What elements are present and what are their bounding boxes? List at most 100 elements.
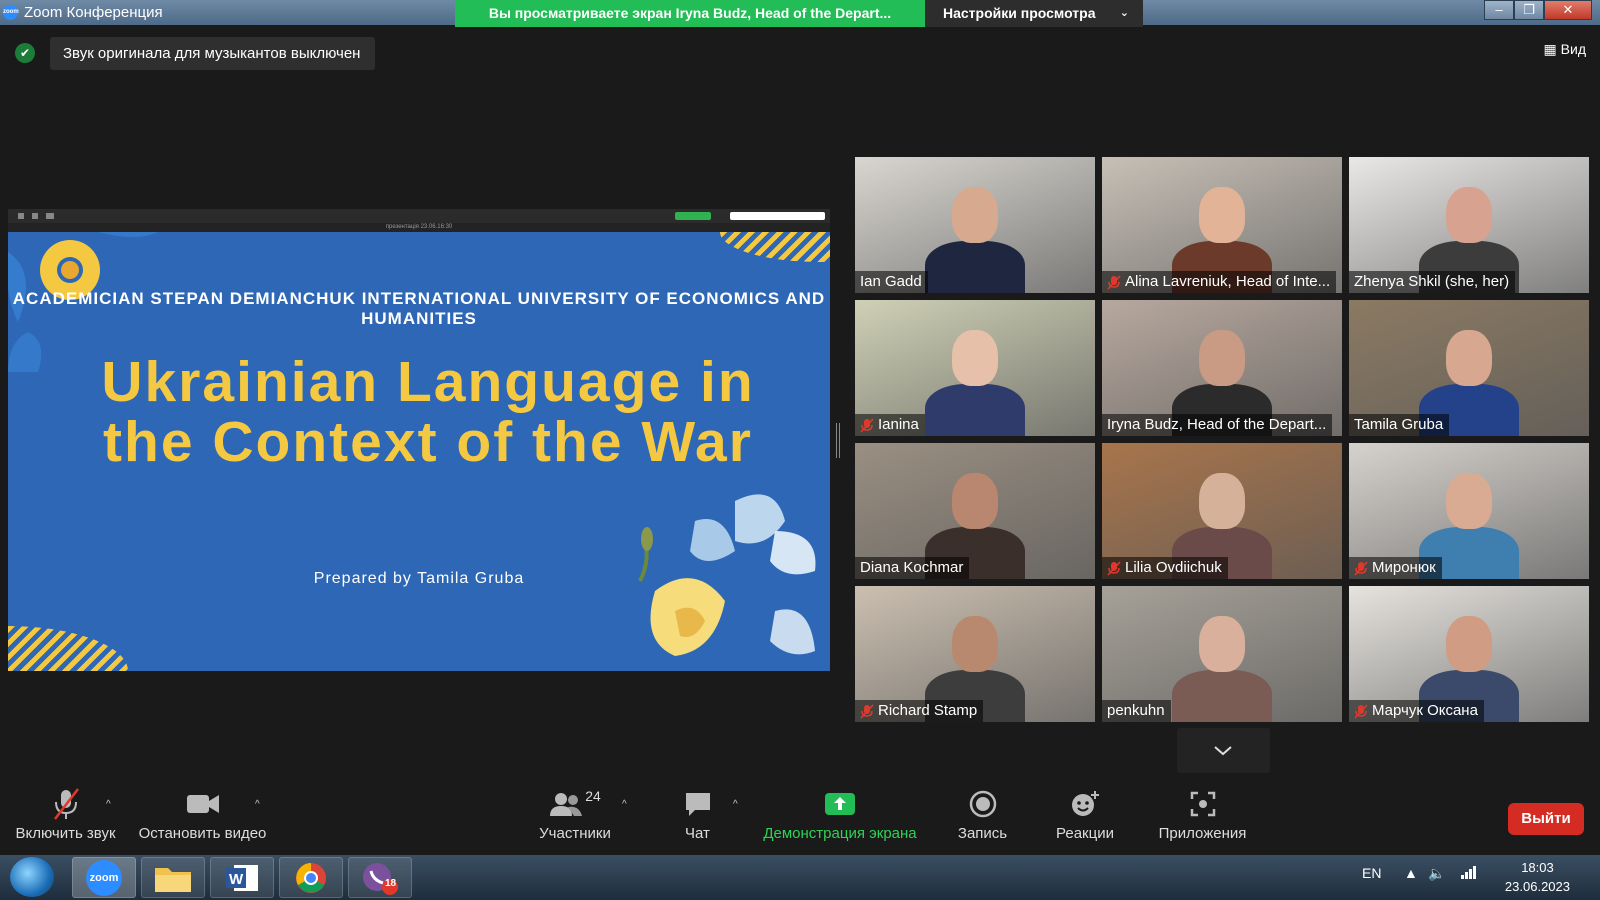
- participant-name: Ianina: [878, 416, 919, 433]
- participant-tile[interactable]: penkuhn: [1102, 586, 1342, 722]
- participant-tile[interactable]: Iryna Budz, Head of the Depart...: [1102, 300, 1342, 436]
- reactions-icon: [1072, 791, 1099, 816]
- word-icon: W: [226, 864, 258, 891]
- stop-video-label: Остановить видео: [138, 825, 267, 842]
- record-button[interactable]: Запись: [945, 785, 1020, 855]
- stripes-decoration-bottom: [8, 626, 128, 671]
- window-controls: – ❐ ✕: [1484, 0, 1592, 20]
- participant-face: [1446, 330, 1492, 386]
- show-hidden-icons[interactable]: ▲: [1404, 865, 1418, 881]
- slide-university-name: ACADEMICIAN STEPAN DEMIANCHUK INTERNATIO…: [12, 289, 826, 328]
- record-label: Запись: [957, 825, 1008, 842]
- network-icon[interactable]: [1461, 865, 1477, 882]
- shared-file-name: презентація 23.06.16:30: [8, 223, 830, 232]
- participant-face: [952, 473, 998, 529]
- chat-bubble-icon: [685, 793, 710, 816]
- participant-name: Миронюк: [1372, 559, 1436, 576]
- split-view-divider[interactable]: [836, 423, 840, 458]
- microphone-muted-icon: [1354, 560, 1368, 576]
- chevron-down-icon: ⌄: [1119, 7, 1129, 19]
- taskbar-viber[interactable]: 18: [348, 857, 412, 898]
- language-indicator[interactable]: EN: [1362, 865, 1381, 881]
- clock-date: 23.06.2023: [1504, 879, 1570, 894]
- participant-face: [1199, 330, 1245, 386]
- viber-badge: 18: [385, 878, 397, 889]
- participant-name: Iryna Budz, Head of the Depart...: [1107, 416, 1327, 433]
- security-shield-icon[interactable]: ✔: [15, 43, 35, 63]
- chat-button[interactable]: Чат: [665, 785, 730, 855]
- taskbar-chrome[interactable]: [279, 857, 343, 898]
- audio-options-caret-icon[interactable]: ^: [106, 799, 111, 810]
- taskbar-file-explorer[interactable]: [141, 857, 205, 898]
- window-title: Zoom Конференция: [24, 4, 163, 21]
- participant-tile[interactable]: Zhenya Shkil (she, her): [1349, 157, 1589, 293]
- participant-face: [1199, 187, 1245, 243]
- participant-tile[interactable]: Tamila Gruba: [1349, 300, 1589, 436]
- chat-options-caret-icon[interactable]: ^: [733, 799, 738, 810]
- leave-meeting-button[interactable]: Выйти: [1508, 803, 1584, 835]
- original-sound-notice: Звук оригинала для музыкантов выключен: [50, 37, 375, 70]
- meeting-toolbar: Включить звук ^ Остановить видео ^ 24 Уч…: [0, 785, 1600, 855]
- system-clock[interactable]: 18:03 23.06.2023: [1505, 858, 1570, 896]
- participant-name: penkuhn: [1107, 702, 1165, 719]
- windows-taskbar: zoom W 18 EN ▲ 🔈 18:03 23.06.2023: [0, 855, 1600, 900]
- participant-name: Richard Stamp: [878, 702, 978, 719]
- share-screen-icon: [825, 793, 855, 815]
- participant-tile[interactable]: Richard Stamp: [855, 586, 1095, 722]
- participant-name-label: Ianina: [855, 414, 925, 436]
- microphone-muted-icon: [860, 703, 874, 719]
- taskbar-word[interactable]: W: [210, 857, 274, 898]
- view-button[interactable]: ▦ Вид: [1544, 41, 1586, 58]
- close-button[interactable]: ✕: [1544, 0, 1592, 20]
- view-options-dropdown[interactable]: Настройки просмотра ⌄: [925, 0, 1143, 27]
- participants-button[interactable]: 24 Участники: [525, 785, 625, 855]
- participant-body: [925, 241, 1025, 293]
- volume-icon[interactable]: 🔈: [1428, 865, 1445, 882]
- participant-face: [952, 187, 998, 243]
- participant-face: [1446, 616, 1492, 672]
- participants-label: Участники: [539, 825, 611, 842]
- participant-face: [1446, 473, 1492, 529]
- zoom-window: zoom Zoom Конференция – ❐ ✕ Вы просматри…: [0, 0, 1600, 900]
- taskbar-zoom[interactable]: zoom: [72, 857, 136, 898]
- participant-tile[interactable]: Diana Kochmar: [855, 443, 1095, 579]
- participant-face: [1199, 616, 1245, 672]
- participant-name-label: Zhenya Shkil (she, her): [1349, 271, 1516, 293]
- microphone-muted-icon: [1354, 703, 1368, 719]
- participant-name-label: Ian Gadd: [855, 271, 928, 293]
- minimize-button[interactable]: –: [1484, 0, 1514, 20]
- share-screen-label: Демонстрация экрана: [763, 825, 917, 842]
- video-options-caret-icon[interactable]: ^: [255, 799, 260, 810]
- reactions-button[interactable]: Реакции: [1045, 785, 1125, 855]
- participant-tile[interactable]: Марчук Оксана: [1349, 586, 1589, 722]
- participant-name: Zhenya Shkil (she, her): [1354, 273, 1510, 290]
- participant-name: Марчук Оксана: [1372, 702, 1478, 719]
- participant-tile[interactable]: Ianina: [855, 300, 1095, 436]
- participant-face: [952, 330, 998, 386]
- stop-video-button[interactable]: Остановить видео: [135, 785, 270, 855]
- participant-face: [1199, 473, 1245, 529]
- chat-label: Чат: [685, 825, 710, 842]
- participant-name: Diana Kochmar: [860, 559, 964, 576]
- microphone-muted-icon: [1107, 560, 1121, 576]
- record-icon: [969, 790, 996, 818]
- clock-time: 18:03: [1521, 860, 1554, 875]
- apps-label: Приложения: [1158, 825, 1247, 842]
- microphone-muted-icon: [860, 417, 874, 433]
- maximize-button[interactable]: ❐: [1514, 0, 1544, 20]
- video-camera-icon: [186, 795, 219, 813]
- gallery-next-page-button[interactable]: [1177, 728, 1270, 773]
- participant-tile[interactable]: Alina Lavreniuk, Head of Inte...: [1102, 157, 1342, 293]
- view-options-label: Настройки просмотра: [943, 5, 1096, 21]
- participant-tile[interactable]: Ian Gadd: [855, 157, 1095, 293]
- share-screen-button[interactable]: Демонстрация экрана: [760, 785, 920, 855]
- unmute-button[interactable]: Включить звук: [8, 785, 123, 855]
- participant-tile[interactable]: Lilia Ovdiichuk: [1102, 443, 1342, 579]
- windows-start-button[interactable]: [10, 857, 54, 897]
- participant-body: [925, 384, 1025, 436]
- shared-toolbar-icons: [18, 212, 825, 220]
- participant-name-label: Lilia Ovdiichuk: [1102, 557, 1228, 579]
- apps-button[interactable]: Приложения: [1150, 785, 1255, 855]
- participants-options-caret-icon[interactable]: ^: [622, 799, 627, 810]
- participant-tile[interactable]: Миронюк: [1349, 443, 1589, 579]
